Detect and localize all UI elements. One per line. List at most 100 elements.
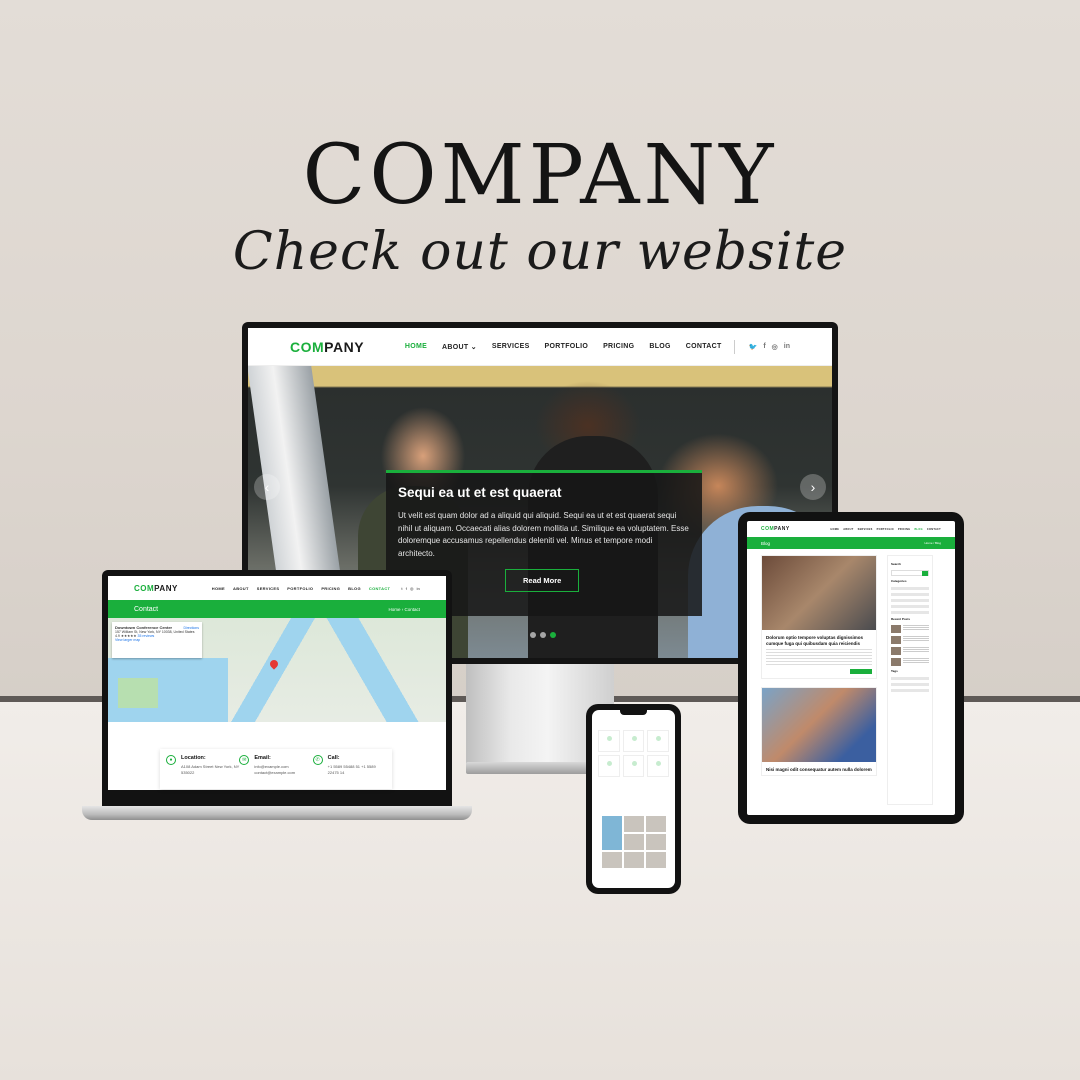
- sidebar-search-input[interactable]: [891, 570, 929, 576]
- slider-dot[interactable]: [530, 632, 536, 638]
- category-item[interactable]: [891, 593, 929, 596]
- map-park: [118, 678, 158, 708]
- sidebar-categories-heading: Categories: [891, 579, 907, 583]
- instagram-icon[interactable]: ◎: [772, 343, 778, 351]
- nav-contact[interactable]: CONTACT: [369, 586, 390, 591]
- laptop-logo[interactable]: COMPANY: [134, 584, 178, 593]
- nav-home[interactable]: HOME: [405, 343, 427, 350]
- tag-item[interactable]: [891, 677, 929, 680]
- location-pin-icon: ●: [166, 755, 176, 765]
- email-value[interactable]: info@example.com contact@example.com: [254, 764, 312, 776]
- category-item[interactable]: [891, 611, 929, 614]
- nav-blog[interactable]: BLOG: [649, 343, 670, 350]
- nav-about[interactable]: ABOUT: [843, 528, 853, 531]
- portfolio-item[interactable]: [602, 852, 622, 868]
- portfolio-item[interactable]: [646, 834, 666, 850]
- phone-portfolio-grid: [602, 816, 666, 868]
- nav-home[interactable]: HOME: [831, 528, 840, 531]
- service-card[interactable]: [598, 755, 620, 777]
- breadcrumb[interactable]: Home / Blog: [924, 541, 941, 545]
- service-card[interactable]: [622, 755, 645, 777]
- instagram-icon[interactable]: ◎: [410, 586, 414, 591]
- linkedin-icon[interactable]: in: [416, 586, 420, 591]
- portfolio-item[interactable]: [646, 816, 666, 832]
- category-item[interactable]: [891, 605, 929, 608]
- slider-dot-active[interactable]: [550, 632, 556, 638]
- portfolio-item[interactable]: [624, 834, 644, 850]
- read-more-button[interactable]: Read More: [505, 569, 580, 592]
- blog-post-card[interactable]: Nisi magni odit consequatur autem nulla …: [761, 687, 877, 776]
- portfolio-item[interactable]: [646, 852, 666, 868]
- tag-item[interactable]: [891, 689, 929, 692]
- recent-post-item[interactable]: [891, 636, 929, 644]
- smartphone: [586, 704, 681, 894]
- post-image[interactable]: [762, 688, 876, 762]
- slide-photo-computer: [248, 366, 341, 576]
- nav-blog[interactable]: BLOG: [914, 528, 922, 531]
- nav-contact[interactable]: CONTACT: [927, 528, 941, 531]
- post-image[interactable]: [762, 556, 876, 630]
- twitter-icon[interactable]: t: [401, 586, 402, 591]
- recent-post-item[interactable]: [891, 658, 929, 666]
- nav-divider: [733, 339, 735, 354]
- embedded-map[interactable]: Downtown Conference Center 157 William S…: [108, 618, 446, 722]
- contact-email: ✉ Email: info@example.com contact@exampl…: [239, 755, 312, 783]
- portfolio-item[interactable]: [602, 816, 622, 850]
- nav-portfolio[interactable]: PORTFOLIO: [545, 343, 589, 350]
- nav-home[interactable]: HOME: [212, 586, 225, 591]
- category-item[interactable]: [891, 587, 929, 590]
- portfolio-item[interactable]: [624, 816, 644, 832]
- nav-services[interactable]: SERVICES: [492, 343, 530, 350]
- nav-services[interactable]: SERVICES: [257, 586, 280, 591]
- location-value: A108 Adam Street New York, NY 535022: [181, 764, 240, 775]
- location-label: Location:: [181, 755, 206, 761]
- service-card[interactable]: [598, 730, 620, 752]
- nav-about[interactable]: ABOUT ⌄: [442, 343, 477, 351]
- laptop-base: [82, 806, 472, 820]
- nav-pricing[interactable]: PRICING: [603, 343, 634, 350]
- facebook-icon[interactable]: f: [406, 586, 407, 591]
- nav-portfolio[interactable]: PORTFOLIO: [287, 586, 313, 591]
- tablet-logo[interactable]: COMPANY: [761, 526, 790, 532]
- blog-post-card[interactable]: Dolorum optio tempore voluptas dignissim…: [761, 555, 877, 679]
- contact-location: ● Location: A108 Adam Street New York, N…: [166, 755, 239, 783]
- social-links: t f ◎ in: [398, 586, 420, 591]
- post-title[interactable]: Nisi magni odit consequatur autem nulla …: [766, 767, 872, 773]
- read-more-button[interactable]: [850, 669, 872, 674]
- slider-prev-button[interactable]: ‹: [254, 474, 280, 500]
- breadcrumb[interactable]: Home › Contact: [388, 607, 420, 612]
- map-larger-link[interactable]: View larger map: [115, 638, 199, 642]
- post-title[interactable]: Dolorum optio tempore voluptas dignissim…: [766, 635, 872, 647]
- tag-item[interactable]: [891, 683, 929, 686]
- portfolio-item[interactable]: [624, 852, 644, 868]
- nav-about[interactable]: ABOUT: [233, 586, 249, 591]
- nav-blog[interactable]: BLOG: [348, 586, 361, 591]
- recent-post-item[interactable]: [891, 625, 929, 633]
- nav-pricing[interactable]: PRICING: [321, 586, 340, 591]
- contact-call: ✆ Call: +1 5589 55488 51 +1 5589 22475 1…: [312, 755, 386, 783]
- linkedin-icon[interactable]: in: [784, 343, 790, 351]
- map-pin-icon[interactable]: [268, 658, 280, 670]
- map-directions-link[interactable]: Directions: [183, 626, 199, 630]
- recent-post-item[interactable]: [891, 647, 929, 655]
- search-icon[interactable]: [922, 571, 928, 576]
- service-card[interactable]: [622, 730, 645, 752]
- nav-portfolio[interactable]: PORTFOLIO: [877, 528, 894, 531]
- slider-next-button[interactable]: ›: [800, 474, 826, 500]
- tablet-screen: COMPANY HOME ABOUT SERVICES PORTFOLIO PR…: [747, 521, 955, 815]
- blog-post-list: Dolorum optio tempore voluptas dignissim…: [761, 555, 877, 784]
- nav-pricing[interactable]: PRICING: [898, 528, 911, 531]
- slider-dot[interactable]: [540, 632, 546, 638]
- logo-accent: COM: [290, 338, 325, 355]
- nav-contact[interactable]: CONTACT: [686, 343, 722, 350]
- desktop-logo[interactable]: COMPANY: [290, 339, 364, 355]
- desktop-nav-menu: HOME ABOUT ⌄ SERVICES PORTFOLIO PRICING …: [390, 343, 722, 351]
- service-card[interactable]: [647, 755, 669, 777]
- service-card[interactable]: [647, 730, 669, 752]
- facebook-icon[interactable]: f: [763, 343, 765, 351]
- call-value[interactable]: +1 5589 55488 51 +1 5589 22475 14: [328, 764, 386, 776]
- contact-info-card: ● Location: A108 Adam Street New York, N…: [160, 749, 392, 789]
- twitter-icon[interactable]: 🐦: [749, 343, 758, 351]
- nav-services[interactable]: SERVICES: [858, 528, 873, 531]
- category-item[interactable]: [891, 599, 929, 602]
